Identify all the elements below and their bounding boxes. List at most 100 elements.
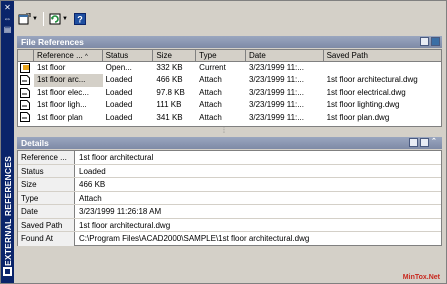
column-header-date[interactable]: Date bbox=[246, 50, 324, 61]
row-date: 3/23/1999 11:... bbox=[248, 100, 304, 110]
row-date: 3/23/1999 11:... bbox=[248, 63, 304, 72]
close-icon[interactable]: ✕ bbox=[3, 3, 12, 12]
column-header-type[interactable]: Type bbox=[196, 50, 246, 61]
svg-text:?: ? bbox=[77, 15, 83, 25]
palette-title-strip[interactable]: ✕ ⇔ ▤ EXTERNAL REFERENCES bbox=[1, 1, 14, 283]
file-references-title: File References bbox=[21, 37, 84, 47]
row-size: 341 KB bbox=[156, 112, 183, 122]
row-date: 3/23/1999 11:... bbox=[248, 87, 304, 97]
row-status: Loaded bbox=[105, 87, 133, 97]
watermark: MinTox.Net bbox=[402, 274, 440, 281]
detail-row[interactable]: Status Loaded bbox=[18, 164, 441, 178]
detail-value: 1st floor architectural.dwg bbox=[79, 220, 171, 230]
row-status: Loaded bbox=[105, 112, 133, 122]
row-saved-path: 1st floor plan.dwg bbox=[326, 112, 390, 122]
column-header-row: Reference ... ^ Status Size Type Date Sa… bbox=[18, 50, 441, 62]
row-type: Current bbox=[199, 63, 226, 72]
xref-file-icon bbox=[18, 87, 34, 99]
row-saved-path bbox=[324, 62, 441, 74]
details-title: Details bbox=[21, 138, 49, 148]
tree-view-icon[interactable] bbox=[431, 37, 440, 46]
autohide-icon[interactable]: ⇔ bbox=[3, 14, 12, 23]
detail-value: Loaded bbox=[79, 166, 106, 176]
row-date: 3/23/1999 11:... bbox=[248, 75, 304, 85]
chevron-down-icon[interactable]: ▼ bbox=[62, 16, 68, 22]
splitter-grip-icon[interactable]: ⁞ bbox=[223, 128, 225, 135]
detail-row[interactable]: Date 3/23/1999 11:26:18 AM bbox=[18, 205, 441, 219]
current-drawing-icon bbox=[18, 62, 34, 74]
palette-menu-icon[interactable] bbox=[3, 267, 12, 276]
preview-view-icon[interactable] bbox=[420, 138, 429, 147]
row-type: Attach bbox=[199, 87, 222, 97]
column-header-icon bbox=[18, 50, 34, 61]
detail-key: Date bbox=[18, 205, 75, 218]
detail-row[interactable]: Type Attach bbox=[18, 191, 441, 205]
row-name: 1st floor ligh... bbox=[36, 100, 87, 110]
table-row[interactable]: 1st floor plan Loaded 341 KB Attach 3/23… bbox=[18, 112, 441, 124]
xref-file-icon bbox=[18, 74, 34, 86]
row-type: Attach bbox=[199, 100, 222, 110]
row-size: 111 KB bbox=[156, 100, 182, 110]
detail-key: Size bbox=[18, 178, 75, 191]
column-header-status[interactable]: Status bbox=[103, 50, 154, 61]
refresh-button[interactable]: ▼ bbox=[48, 11, 69, 28]
column-header-size[interactable]: Size bbox=[153, 50, 197, 61]
detail-row[interactable]: Size 466 KB bbox=[18, 178, 441, 192]
table-row[interactable]: 1st floor ligh... Loaded 111 KB Attach 3… bbox=[18, 99, 441, 111]
table-row[interactable]: 1st floor arc... Loaded 466 KB Attach 3/… bbox=[18, 74, 441, 87]
xref-file-icon bbox=[18, 99, 34, 111]
row-size: 97.8 KB bbox=[156, 87, 185, 97]
row-size: 466 KB bbox=[156, 75, 183, 85]
help-button[interactable]: ? bbox=[73, 11, 87, 28]
details-view-icon[interactable] bbox=[409, 138, 418, 147]
file-references-list[interactable]: Reference ... ^ Status Size Type Date Sa… bbox=[17, 49, 442, 127]
detail-value: 466 KB bbox=[79, 180, 106, 189]
row-saved-path: 1st floor lighting.dwg bbox=[326, 100, 400, 110]
detail-row[interactable]: Found At C:\Program Files\ACAD2000\SAMPL… bbox=[18, 232, 441, 246]
details-grid: Reference ... 1st floor architectural St… bbox=[17, 150, 442, 246]
row-status: Loaded bbox=[105, 100, 133, 110]
row-status: Open... bbox=[105, 63, 132, 72]
row-size: 332 KB bbox=[156, 63, 183, 72]
detail-row[interactable]: Reference ... 1st floor architectural bbox=[18, 151, 441, 165]
refresh-icon bbox=[49, 13, 61, 25]
attach-dwg-icon bbox=[18, 13, 31, 25]
details-header[interactable]: Details ⌃ bbox=[17, 137, 442, 149]
column-header-saved-path[interactable]: Saved Path bbox=[324, 50, 441, 61]
file-references-header[interactable]: File References bbox=[17, 36, 442, 48]
row-saved-path: 1st floor electrical.dwg bbox=[326, 87, 406, 97]
properties-icon[interactable]: ▤ bbox=[3, 25, 12, 34]
detail-value[interactable]: Attach bbox=[75, 192, 441, 205]
column-header-reference[interactable]: Reference ... ^ bbox=[34, 50, 103, 61]
xref-file-icon bbox=[18, 112, 34, 124]
collapse-icon[interactable]: ⌃ bbox=[431, 138, 440, 147]
detail-value: 3/23/1999 11:26:18 AM bbox=[79, 207, 162, 216]
list-view-icon[interactable] bbox=[420, 37, 429, 46]
row-name: 1st floor bbox=[36, 63, 66, 72]
detail-row[interactable]: Saved Path 1st floor architectural.dwg bbox=[18, 218, 441, 232]
row-name: 1st floor plan bbox=[36, 112, 83, 122]
external-references-palette: ✕ ⇔ ▤ EXTERNAL REFERENCES ▼ ▼ ? File Ref… bbox=[0, 0, 447, 284]
row-name: 1st floor arc... bbox=[33, 74, 103, 87]
detail-value[interactable]: 1st floor architectural bbox=[75, 151, 441, 164]
row-name: 1st floor elec... bbox=[36, 87, 89, 97]
row-type: Attach bbox=[199, 75, 222, 85]
attach-dwg-button[interactable]: ▼ bbox=[17, 11, 39, 28]
row-saved-path: 1st floor architectural.dwg bbox=[326, 75, 418, 85]
detail-key: Saved Path bbox=[18, 218, 75, 231]
palette-title: EXTERNAL REFERENCES bbox=[2, 156, 13, 266]
detail-key: Found At bbox=[18, 232, 75, 246]
detail-key: Status bbox=[18, 164, 75, 177]
table-row[interactable]: 1st floor Open... 332 KB Current 3/23/19… bbox=[18, 62, 441, 74]
detail-key: Reference ... bbox=[18, 151, 75, 164]
toolbar-separator bbox=[42, 12, 44, 26]
help-icon: ? bbox=[73, 13, 86, 25]
row-date: 3/23/1999 11:... bbox=[248, 112, 304, 122]
toolbar: ▼ ▼ ? bbox=[17, 9, 87, 29]
chevron-down-icon[interactable]: ▼ bbox=[32, 16, 38, 22]
row-type: Attach bbox=[199, 112, 222, 122]
detail-key: Type bbox=[18, 191, 75, 204]
row-status: Loaded bbox=[105, 75, 133, 85]
detail-value: C:\Program Files\ACAD2000\SAMPLE\1st flo… bbox=[79, 234, 310, 243]
table-row[interactable]: 1st floor elec... Loaded 97.8 KB Attach … bbox=[18, 87, 441, 99]
